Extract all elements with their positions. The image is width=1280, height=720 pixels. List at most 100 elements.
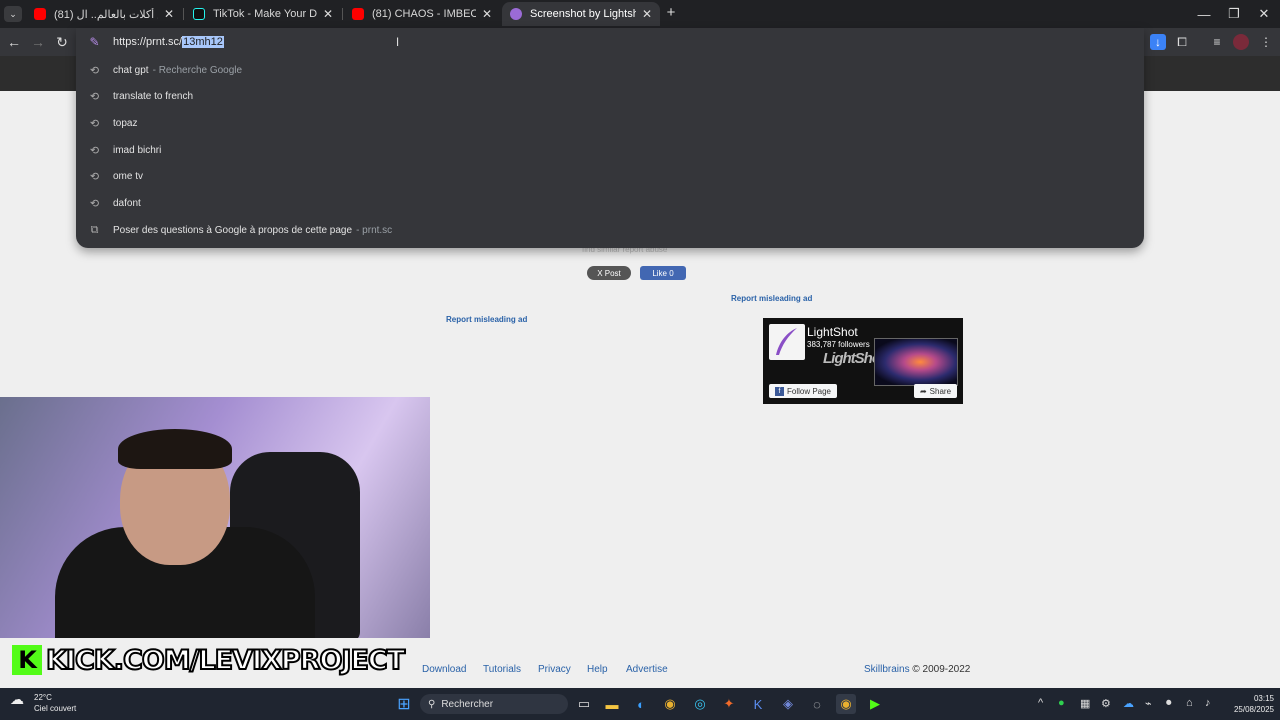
close-tab-icon[interactable]: ✕ <box>323 7 333 21</box>
system-clock[interactable]: 03:15 25/08/2025 <box>1222 693 1274 715</box>
suggestion-text: dafont <box>113 197 141 209</box>
history-icon: ⟲ <box>89 117 100 130</box>
address-bar[interactable]: ✎ https://prnt.sc/13mh12 I <box>76 30 1144 54</box>
report-ad-link[interactable]: Report misleading ad <box>731 294 812 303</box>
app-icon[interactable]: ◎ <box>690 694 710 714</box>
youtube-icon <box>34 8 46 20</box>
clock-time: 03:15 <box>1253 694 1274 703</box>
weather-widget[interactable]: ☁ 22°C Ciel couvert <box>10 692 76 714</box>
forward-button[interactable]: → <box>26 28 50 56</box>
footer-link-advertise[interactable]: Advertise <box>626 664 668 675</box>
suggestion-text: ome tv <box>113 170 144 182</box>
kick-logo-icon: K <box>12 645 42 675</box>
fb-followers: 383,787 followers <box>807 340 870 349</box>
suggestion-item[interactable]: ⟲ imad bichri <box>76 137 1144 163</box>
footer-link-download[interactable]: Download <box>422 664 466 675</box>
microphone-icon[interactable]: ⏺ <box>1166 697 1172 710</box>
share-button[interactable]: ➦ Share <box>914 384 957 398</box>
volume-icon[interactable]: ♪ <box>1205 697 1211 709</box>
history-icon: ⟲ <box>89 197 100 210</box>
webcam-overlay <box>0 397 430 638</box>
suggestion-item[interactable]: ⧉ Poser des questions à Google à propos d… <box>76 217 1144 243</box>
suggestion-text: translate to french <box>113 90 194 102</box>
tab-title: Screenshot by Lightshot <box>530 8 636 20</box>
taskbar-search[interactable]: ⚲ Rechercher <box>420 694 568 714</box>
weather-temp: 22°C <box>34 693 52 702</box>
network-icon[interactable]: ⌂ <box>1186 697 1193 709</box>
tab-title: (81) CHAOS - IMBECILE ( Lyrics <box>372 8 476 20</box>
app-icon[interactable]: ◌ <box>807 694 827 714</box>
lightshot-logo <box>769 324 805 360</box>
tab-tiktok[interactable]: TikTok - Make Your Day ✕ <box>185 2 341 26</box>
suggestion-item[interactable]: ⟲ dafont <box>76 190 1144 216</box>
close-window-button[interactable]: ✕ <box>1248 0 1280 28</box>
tab-title: (81) جربت أوسع أكلات بالعالم.. ال <box>54 8 158 21</box>
cover-image <box>874 338 958 386</box>
follow-page-button[interactable]: f Follow Page <box>769 384 837 398</box>
follow-label: Follow Page <box>786 386 832 396</box>
profile-avatar[interactable] <box>1233 34 1249 50</box>
chrome-icon[interactable]: ◉ <box>660 694 680 714</box>
new-tab-button[interactable]: + <box>662 4 680 22</box>
share-icon: ➦ <box>919 386 927 396</box>
start-icon[interactable]: ⊞ <box>394 694 414 714</box>
edge-icon[interactable]: ◐ <box>631 694 651 714</box>
suggestion-item[interactable]: ⟲ topaz <box>76 110 1144 136</box>
file-explorer-icon[interactable]: ▬ <box>602 694 622 714</box>
tab-search-button[interactable]: ⌄ <box>4 6 22 22</box>
tab-youtube-2[interactable]: (81) CHAOS - IMBECILE ( Lyrics ✕ <box>344 2 500 26</box>
cloud-icon: ☁ <box>10 691 24 707</box>
company-link[interactable]: Skillbrains <box>864 664 910 675</box>
discord-icon[interactable]: ◈ <box>778 694 798 714</box>
suggestion-sub: - prnt.sc <box>356 224 393 236</box>
youtube-icon <box>352 8 364 20</box>
menu-icon[interactable]: ⋮ <box>1258 34 1274 50</box>
close-tab-icon[interactable]: ✕ <box>164 7 174 21</box>
suggestion-sub: - Recherche Google <box>152 64 243 76</box>
share-label: Share <box>929 386 952 396</box>
suggestion-item[interactable]: ⟲ chat gpt - Recherche Google <box>76 57 1144 83</box>
report-ad-link[interactable]: Report misleading ad <box>446 315 527 324</box>
maximize-button[interactable]: ❐ <box>1218 0 1250 28</box>
task-view-icon[interactable]: ▭ <box>574 694 594 714</box>
fb-page-name[interactable]: LightShot <box>807 325 858 339</box>
facebook-icon: f <box>774 386 784 396</box>
kick-icon[interactable]: ▶ <box>865 694 885 714</box>
suggestion-text: Poser des questions à Google à propos de… <box>113 224 353 236</box>
x-post-button[interactable]: X Post <box>587 266 631 280</box>
tray-app-icon[interactable]: ● <box>1058 697 1065 709</box>
app-icon[interactable]: ✦ <box>719 694 739 714</box>
search-placeholder: Rechercher <box>441 698 494 710</box>
suggestion-item[interactable]: ⟲ translate to french <box>76 83 1144 109</box>
footer-link-help[interactable]: Help <box>587 664 608 675</box>
suggestion-text: imad bichri <box>113 144 162 156</box>
tray-overflow-icon[interactable]: ^ <box>1038 697 1043 709</box>
suggestion-item[interactable]: ⟲ ome tv <box>76 163 1144 189</box>
back-button[interactable]: ← <box>2 28 26 56</box>
site-feather-icon: ✎ <box>89 35 100 49</box>
media-controls-icon[interactable]: ≡ <box>1209 34 1225 50</box>
minimize-button[interactable]: — <box>1188 0 1220 28</box>
reload-button[interactable]: ↻ <box>50 28 74 56</box>
tray-app-icon[interactable]: ⚙ <box>1101 697 1111 710</box>
chrome-active-icon[interactable]: ◉ <box>836 694 856 714</box>
copyright-text: © 2009-2022 <box>912 664 971 675</box>
tab-lightshot[interactable]: Screenshot by Lightshot ✕ <box>502 2 660 26</box>
kick-url-text: KICK.COM/LEVIXPROJECT <box>45 644 406 677</box>
fb-like-button[interactable]: Like 0 <box>640 266 686 280</box>
history-icon: ⟲ <box>89 64 100 77</box>
tray-app-icon[interactable]: ▦ <box>1080 697 1090 710</box>
tab-title: TikTok - Make Your Day <box>213 8 317 20</box>
close-tab-icon[interactable]: ✕ <box>642 7 652 21</box>
download-icon[interactable]: ↓ <box>1150 34 1166 50</box>
network-icon[interactable]: ⌁ <box>1145 697 1152 710</box>
footer-link-privacy[interactable]: Privacy <box>538 664 571 675</box>
extensions-icon[interactable]: ⧠ <box>1174 34 1190 50</box>
app-icon[interactable]: K <box>748 694 768 714</box>
tray-app-icon[interactable]: ☁ <box>1123 697 1134 710</box>
facebook-page-widget[interactable]: LightShot 383,787 followers LightShot f … <box>763 318 963 404</box>
clock-date: 25/08/2025 <box>1233 705 1274 714</box>
close-tab-icon[interactable]: ✕ <box>482 7 492 21</box>
tab-youtube-1[interactable]: (81) جربت أوسع أكلات بالعالم.. ال ✕ <box>26 2 182 26</box>
footer-link-tutorials[interactable]: Tutorials <box>483 664 521 675</box>
